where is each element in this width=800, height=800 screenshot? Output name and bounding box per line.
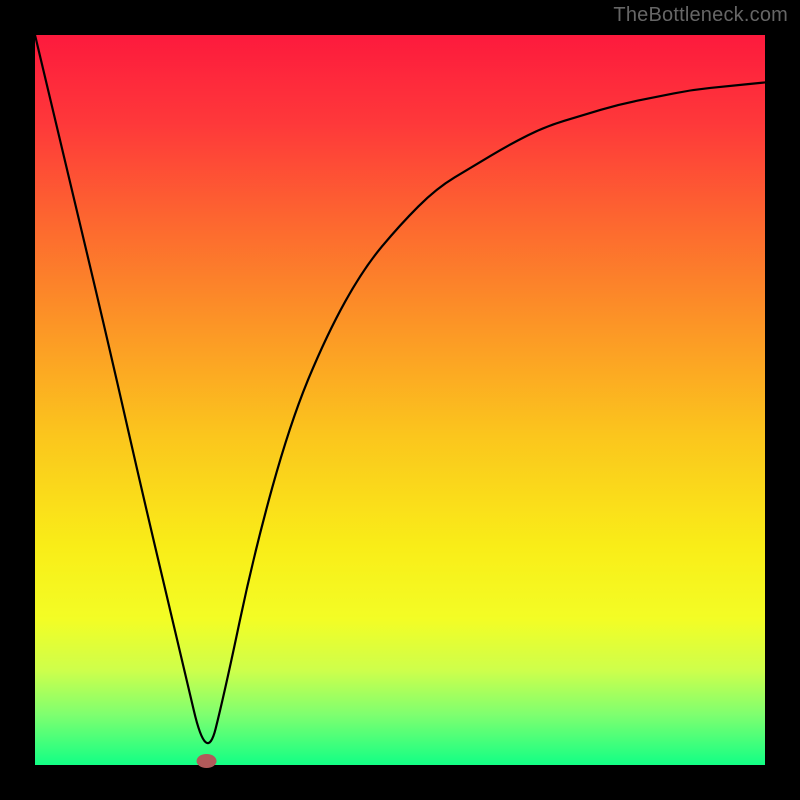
chart-svg: [0, 0, 800, 800]
attribution-label: TheBottleneck.com: [613, 4, 788, 27]
chart-root: TheBottleneck.com: [0, 0, 800, 800]
minimum-marker: [197, 754, 217, 768]
plot-area: [35, 35, 765, 765]
